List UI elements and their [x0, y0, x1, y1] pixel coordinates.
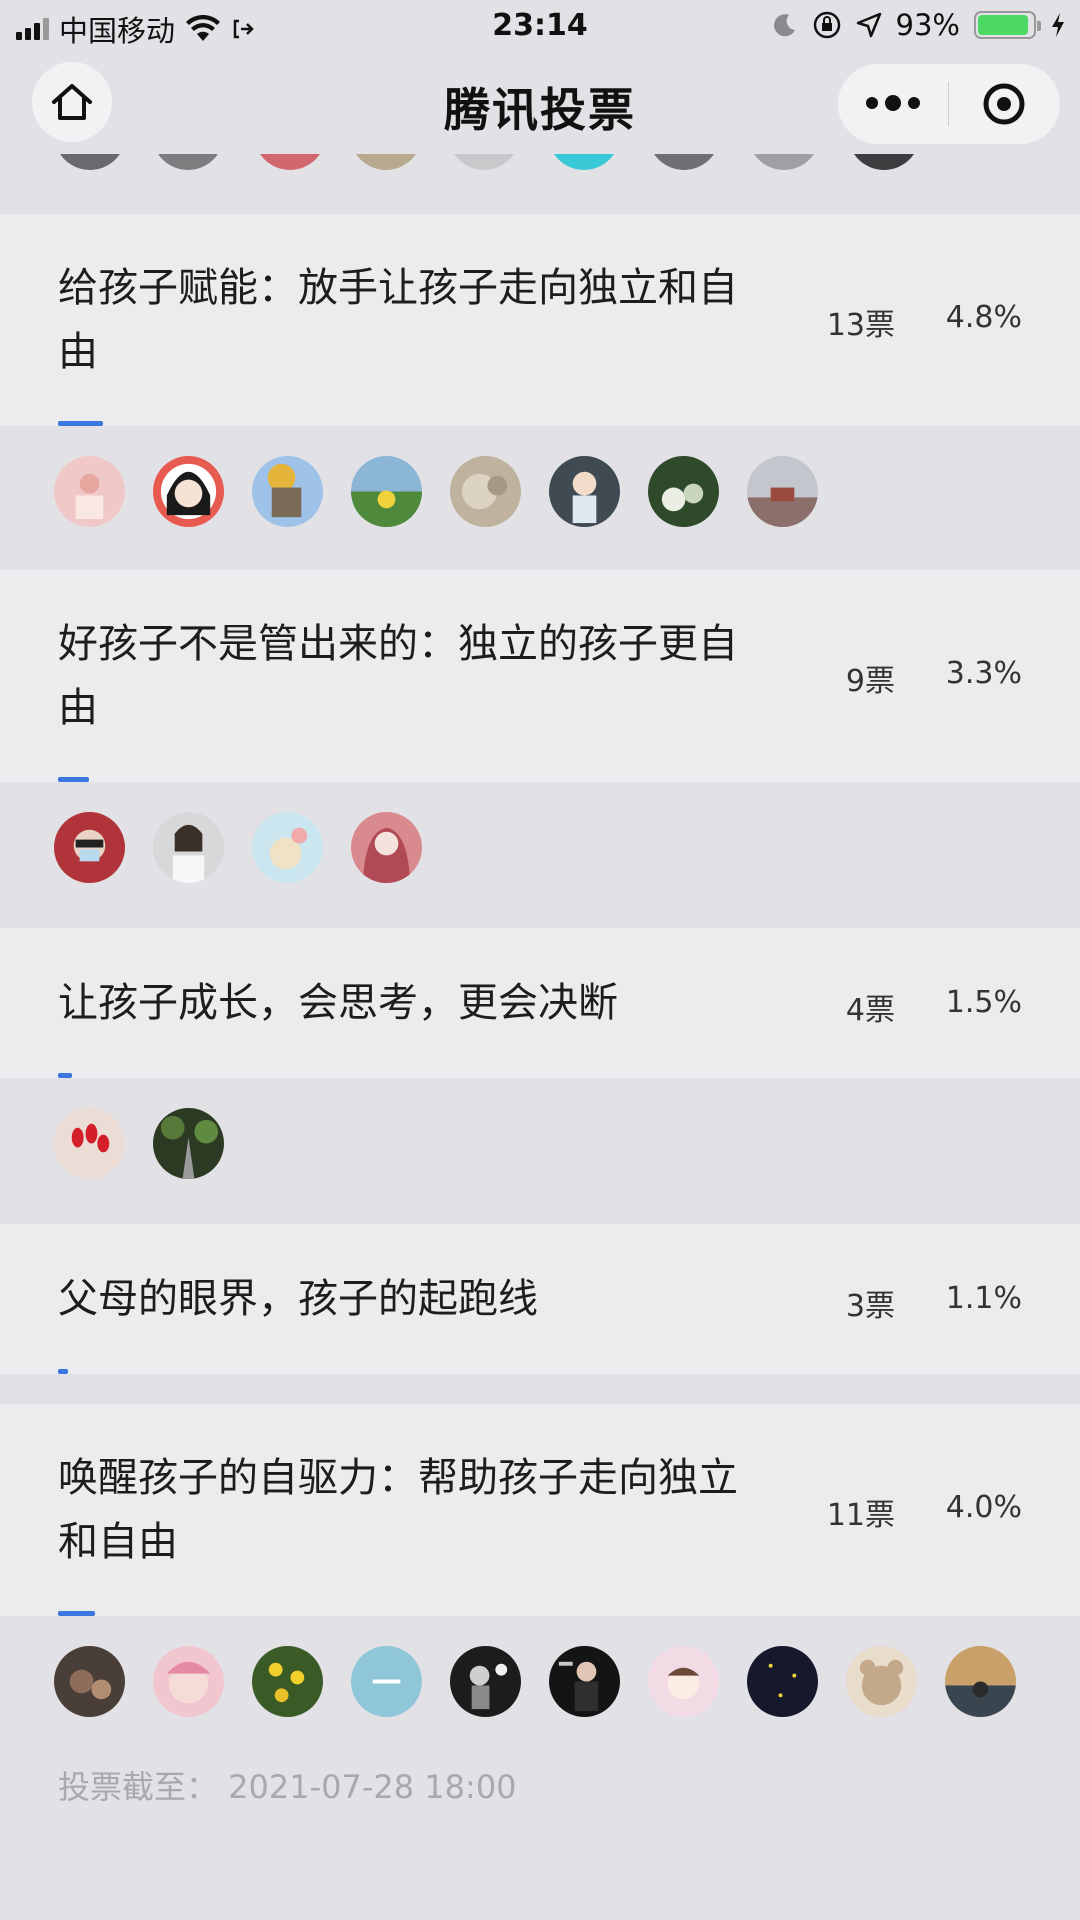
- avatar: [747, 1646, 818, 1717]
- avatar: [153, 812, 224, 883]
- vote-option-5[interactable]: 唤醒孩子的自驱力：帮助孩子走向独立和自由 11票 4.0%: [0, 1404, 1080, 1616]
- menu-capsule: [838, 64, 1060, 144]
- avatar: [54, 1108, 125, 1179]
- option-label: 唤醒孩子的自驱力：帮助孩子走向独立和自由: [58, 1455, 738, 1565]
- option-votes: 11票: [826, 1498, 895, 1533]
- avatar: [846, 1646, 917, 1717]
- previous-voter-avatars: [0, 154, 1080, 214]
- avatar: [549, 456, 620, 527]
- option-label: 让孩子成长，会思考，更会决断: [58, 980, 618, 1026]
- avatar: [351, 1646, 422, 1717]
- option-progress-bar: [58, 1073, 72, 1078]
- option-percent: 1.1%: [945, 1281, 1022, 1316]
- close-miniprogram-button[interactable]: [949, 81, 1059, 127]
- avatar: [747, 456, 818, 527]
- option-percent: 4.0%: [945, 1490, 1022, 1525]
- more-dots-icon: [866, 97, 878, 109]
- avatar: [549, 1646, 620, 1717]
- avatar: [153, 456, 224, 527]
- option-votes: 3票: [845, 1289, 895, 1324]
- option-votes: 9票: [845, 664, 895, 699]
- option-progress-bar: [58, 1611, 95, 1616]
- rotation-lock-icon: [813, 11, 840, 39]
- avatar: [945, 1646, 1016, 1717]
- avatar: [252, 456, 323, 527]
- vote-option-3[interactable]: 让孩子成长，会思考，更会决断 4票 1.5%: [0, 928, 1080, 1078]
- option-label: 好孩子不是管出来的：独立的孩子更自由: [58, 621, 738, 731]
- location-arrow-icon: [856, 12, 881, 38]
- option-percent: 3.3%: [945, 656, 1022, 691]
- option-progress-bar: [58, 777, 89, 782]
- avatar: [54, 456, 125, 527]
- avatar: [252, 1646, 323, 1717]
- avatar: [351, 456, 422, 527]
- voter-avatars-5: [54, 1646, 1016, 1717]
- avatar: [153, 1646, 224, 1717]
- voter-avatars-1: [54, 456, 818, 527]
- avatar: [450, 1646, 521, 1717]
- moon-icon: [773, 14, 795, 37]
- option-votes: 13票: [826, 308, 895, 343]
- vote-option-2[interactable]: 好孩子不是管出来的：独立的孩子更自由 9票 3.3%: [0, 570, 1080, 782]
- target-icon: [983, 83, 1025, 125]
- option-percent: 4.8%: [945, 300, 1022, 335]
- status-right: 93%: [772, 8, 1066, 42]
- vote-deadline: 投票截至： 2021-07-28 18:00: [58, 1768, 517, 1806]
- charging-bolt-icon: [1052, 13, 1064, 37]
- option-votes: 4票: [845, 993, 895, 1028]
- vote-option-1[interactable]: 给孩子赋能：放手让孩子走向独立和自由 13票 4.8%: [0, 214, 1080, 426]
- vote-option-4[interactable]: 父母的眼界，孩子的起跑线 3票 1.1%: [0, 1224, 1080, 1374]
- avatar: [54, 1646, 125, 1717]
- voter-avatars-2: [54, 812, 422, 883]
- avatar: [153, 1108, 224, 1179]
- battery-percent: 93%: [895, 8, 960, 42]
- option-percent: 1.5%: [945, 985, 1022, 1020]
- status-bar: 中国移动 23:14 93%: [0, 0, 1080, 54]
- battery-icon: [974, 11, 1041, 39]
- avatar: [351, 812, 422, 883]
- option-progress-bar: [58, 421, 103, 426]
- avatar: [648, 1646, 719, 1717]
- more-button[interactable]: [838, 95, 948, 111]
- option-label: 父母的眼界，孩子的起跑线: [58, 1276, 538, 1322]
- option-progress-bar: [58, 1369, 68, 1374]
- nav-bar: 腾讯投票: [0, 54, 1080, 154]
- avatar: [54, 812, 125, 883]
- voter-avatars-3: [54, 1108, 224, 1179]
- option-label: 给孩子赋能：放手让孩子走向独立和自由: [58, 265, 738, 375]
- avatar: [252, 812, 323, 883]
- battery-fill: [978, 15, 1029, 35]
- avatar: [450, 456, 521, 527]
- avatar: [648, 456, 719, 527]
